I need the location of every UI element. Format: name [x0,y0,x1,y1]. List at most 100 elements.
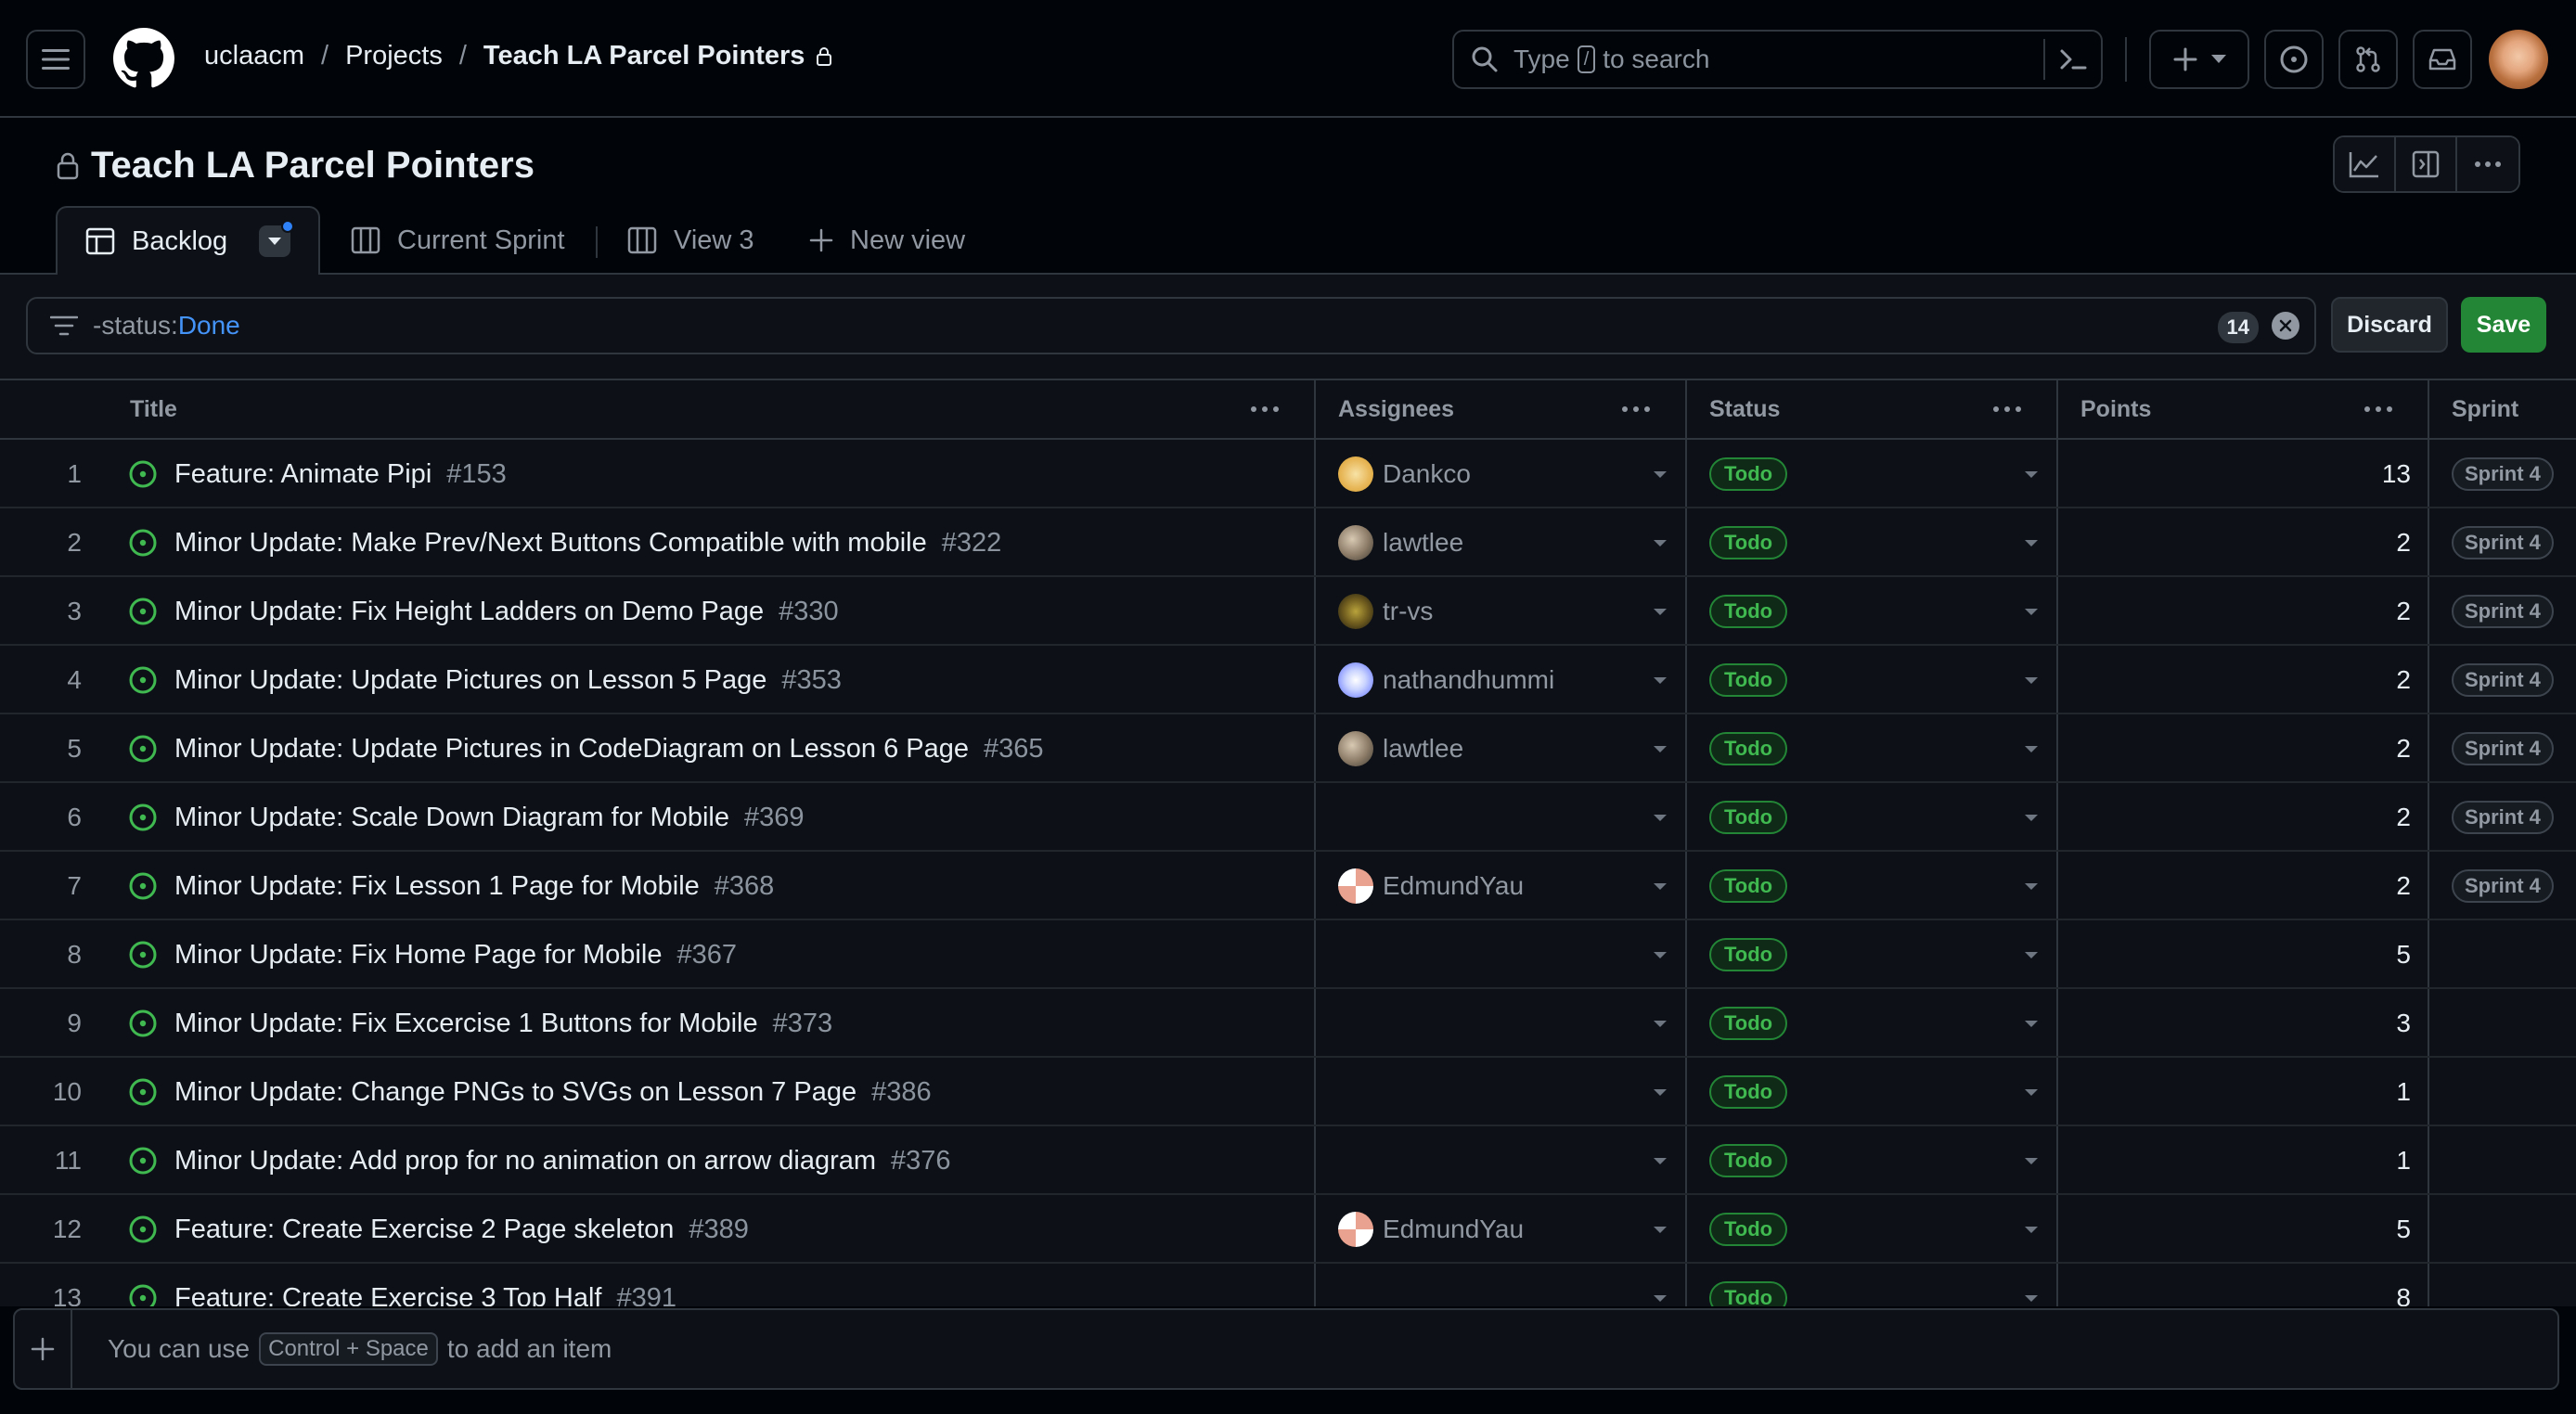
points-cell[interactable]: 2 [2058,783,2411,852]
issue-title-link[interactable]: Feature: Create Exercise 2 Page skeleton [174,1215,674,1245]
assignee-cell[interactable]: lawtlee [1338,714,1463,783]
inbox-button[interactable] [2413,30,2472,89]
side-panel-button[interactable] [2396,137,2457,191]
triangle-down-icon[interactable] [1654,1089,1667,1097]
issue-title-link[interactable]: Minor Update: Scale Down Diagram for Mob… [174,803,729,833]
triangle-down-icon[interactable] [2025,609,2038,616]
table-row[interactable]: 5 Minor Update: Update Pictures in CodeDi… [0,714,2576,783]
column-header-status[interactable]: Status [1709,380,1780,438]
table-row[interactable]: 13 Feature: Create Exercise 3 Top Half #39… [0,1264,2576,1306]
column-menu-icon[interactable] [1249,397,1281,421]
points-cell[interactable]: 8 [2058,1264,2411,1306]
table-row[interactable]: 8 Minor Update: Fix Home Page for Mobile #… [0,920,2576,989]
issue-number[interactable]: #369 [744,803,805,833]
points-cell[interactable]: 5 [2058,920,2411,989]
triangle-down-icon[interactable] [2025,815,2038,822]
assignee-cell[interactable]: Dankco [1338,440,1471,508]
tab-view-3[interactable]: View 3 [627,206,754,275]
issue-title-link[interactable]: Minor Update: Fix Excercise 1 Buttons fo… [174,1009,758,1039]
table-row[interactable]: 9 Minor Update: Fix Excercise 1 Buttons f… [0,989,2576,1058]
breadcrumb-org[interactable]: uclaacm [204,41,304,71]
create-new-button[interactable] [2149,30,2249,89]
filter-input[interactable]: -status: Done 14 [26,297,2316,354]
issue-number[interactable]: #153 [446,459,507,490]
triangle-down-icon[interactable] [2025,952,2038,959]
tab-backlog[interactable]: Backlog [56,206,321,276]
points-cell[interactable]: 1 [2058,1126,2411,1195]
table-row[interactable]: 1 Feature: Animate Pipi #153 Dankco Todo 13 Sp… [0,440,2576,508]
add-item-bar[interactable]: You can use Control + Space to add an it… [13,1308,2559,1390]
column-header-assignees[interactable]: Assignees [1338,380,1454,438]
issue-title-link[interactable]: Minor Update: Fix Height Ladders on Demo… [174,597,764,627]
breadcrumb-current-project[interactable]: Teach LA Parcel Pointers [483,41,805,71]
triangle-down-icon[interactable] [2025,1295,2038,1303]
points-cell[interactable]: 1 [2058,1058,2411,1126]
issue-title-link[interactable]: Minor Update: Add prop for no animation … [174,1146,876,1176]
table-row[interactable]: 7 Minor Update: Fix Lesson 1 Page for Mob… [0,852,2576,920]
column-header-title[interactable]: Title [130,380,177,438]
table-row[interactable]: 2 Minor Update: Make Prev/Next Buttons Co… [0,508,2576,577]
triangle-down-icon[interactable] [1654,815,1667,822]
triangle-down-icon[interactable] [2025,1227,2038,1234]
points-cell[interactable]: 2 [2058,714,2411,783]
table-row[interactable]: 4 Minor Update: Update Pictures on Lesson… [0,646,2576,714]
triangle-down-icon[interactable] [1654,1021,1667,1028]
issue-title-link[interactable]: Minor Update: Update Pictures in CodeDia… [174,734,969,765]
issue-number[interactable]: #365 [984,734,1044,765]
table-row[interactable]: 12 Feature: Create Exercise 2 Page skelet… [0,1195,2576,1264]
triangle-down-icon[interactable] [1654,609,1667,616]
triangle-down-icon[interactable] [2025,540,2038,547]
assignee-cell[interactable]: EdmundYau [1338,1195,1524,1264]
issue-number[interactable]: #373 [773,1009,833,1039]
column-header-points[interactable]: Points [2080,380,2151,438]
issue-number[interactable]: #368 [715,871,775,902]
more-options-button[interactable] [2457,137,2518,191]
triangle-down-icon[interactable] [2025,883,2038,891]
triangle-down-icon[interactable] [2025,746,2038,753]
issue-title-link[interactable]: Feature: Create Exercise 3 Top Half [174,1283,601,1307]
points-cell[interactable]: 13 [2058,440,2411,508]
points-cell[interactable]: 2 [2058,577,2411,646]
triangle-down-icon[interactable] [2025,1158,2038,1165]
github-logo-icon[interactable] [113,28,174,89]
clear-filter-button[interactable] [2272,312,2299,340]
command-palette-button[interactable] [2043,39,2101,80]
triangle-down-icon[interactable] [1654,471,1667,479]
triangle-down-icon[interactable] [1654,677,1667,685]
issue-number[interactable]: #330 [779,597,839,627]
issue-number[interactable]: #376 [891,1146,951,1176]
user-avatar[interactable] [2489,30,2548,89]
points-cell[interactable]: 5 [2058,1195,2411,1264]
assignee-cell[interactable]: tr-vs [1338,577,1433,646]
column-header-sprint[interactable]: Sprint [2452,380,2518,438]
issue-title-link[interactable]: Minor Update: Fix Home Page for Mobile [174,940,662,971]
breadcrumb-projects[interactable]: Projects [345,41,443,71]
points-cell[interactable]: 2 [2058,646,2411,714]
assignee-cell[interactable]: EdmundYau [1338,852,1524,920]
tab-current-sprint[interactable]: Current Sprint [351,206,565,275]
triangle-down-icon[interactable] [1654,1227,1667,1234]
assignee-cell[interactable]: nathandhummi [1338,646,1554,714]
issue-number[interactable]: #367 [676,940,737,971]
issue-title-link[interactable]: Feature: Animate Pipi [174,459,431,490]
insights-button[interactable] [2335,137,2396,191]
issue-number[interactable]: #322 [942,528,1002,559]
issue-number[interactable]: #391 [616,1283,676,1307]
add-item-button[interactable] [15,1310,72,1388]
column-menu-icon[interactable] [2363,397,2394,421]
pull-requests-button[interactable] [2338,30,2398,89]
menu-button[interactable] [26,30,85,89]
discard-button[interactable]: Discard [2331,297,2448,353]
issues-button[interactable] [2264,30,2324,89]
search-input[interactable]: Type / to search [1452,30,2103,89]
issue-title-link[interactable]: Minor Update: Make Prev/Next Buttons Com… [174,528,927,559]
assignee-cell[interactable]: lawtlee [1338,508,1463,577]
triangle-down-icon[interactable] [2025,1089,2038,1097]
issue-number[interactable]: #389 [689,1215,749,1245]
triangle-down-icon[interactable] [2025,471,2038,479]
issue-number[interactable]: #353 [781,665,842,696]
table-row[interactable]: 10 Minor Update: Change PNGs to SVGs on L… [0,1058,2576,1126]
triangle-down-icon[interactable] [1654,540,1667,547]
table-row[interactable]: 11 Minor Update: Add prop for no animatio… [0,1126,2576,1195]
table-row[interactable]: 3 Minor Update: Fix Height Ladders on Dem… [0,577,2576,646]
